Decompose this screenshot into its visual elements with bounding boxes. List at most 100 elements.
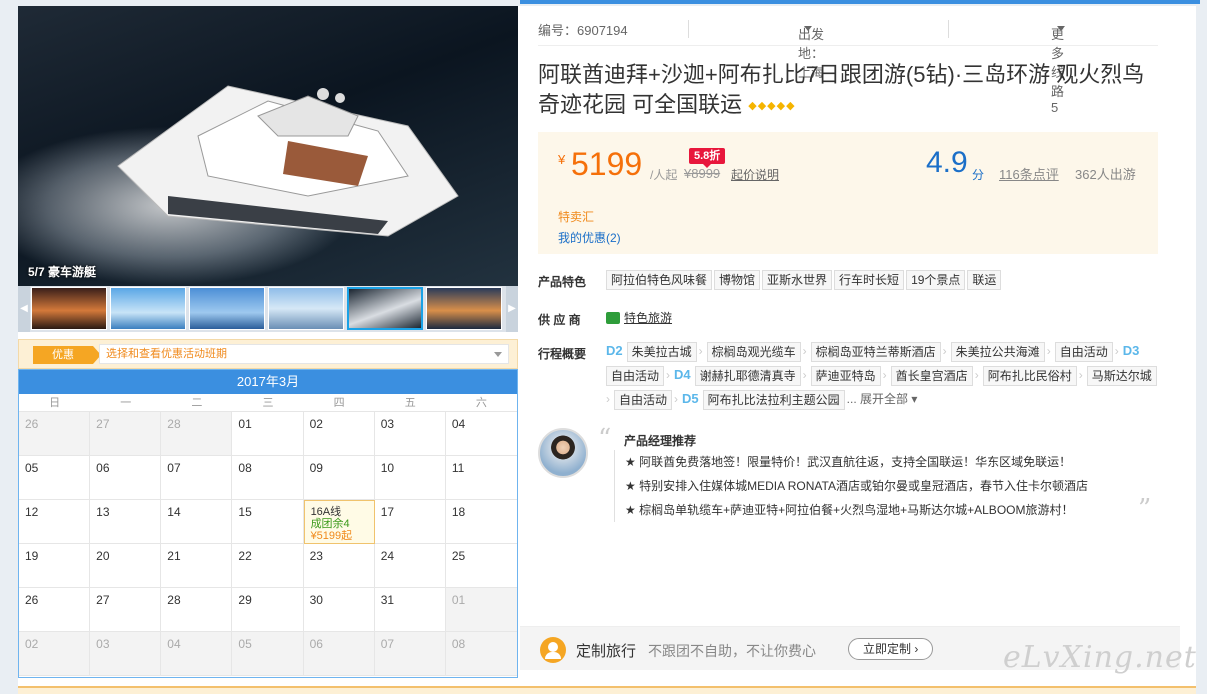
calendar-day: 17 xyxy=(374,500,446,544)
product-info: 编号：6907194 出发地：上海 更多线路5 阿联酋迪拜+沙迦+阿布扎比7日跟… xyxy=(538,6,1178,694)
calendar-day-number: 01 xyxy=(451,593,466,607)
my-coupon-link[interactable]: 我的优惠(2) xyxy=(558,229,621,246)
product-title: 阿联酋迪拜+沙迦+阿布扎比7日跟团游(5钻)·三岛环游 观火烈鸟 奇迹花园 可全… xyxy=(538,60,1158,121)
departure-select[interactable]: 出发地：上海 xyxy=(798,20,824,80)
calendar-day-number: 15 xyxy=(238,505,252,519)
calendar-grid: 26 27 28 01 02 03 04 05 06 07 08 09 10 11 12 13 14 15 16A线… xyxy=(19,412,517,676)
thumb-prev-arrow-icon[interactable]: ◀ xyxy=(18,286,30,332)
price-note-link[interactable]: 起价说明 xyxy=(731,166,779,183)
calendar-day: 10 xyxy=(374,456,446,500)
reviews-link[interactable]: 116条点评 xyxy=(999,164,1059,183)
promo-select[interactable]: 选择和查看优惠活动班期 xyxy=(99,344,509,364)
calendar-day-number: 05 xyxy=(238,637,252,651)
flash-sale-link[interactable]: 特卖汇 xyxy=(558,208,594,225)
chevron-right-icon: › xyxy=(1114,344,1119,358)
chevron-right-icon: › xyxy=(802,344,807,358)
calendar-day: 14 xyxy=(161,500,233,544)
thumbnail-burj-al-arab[interactable] xyxy=(110,287,186,330)
calendar-day: 07 xyxy=(374,632,446,676)
customize-button[interactable]: 立即定制 › xyxy=(848,638,934,660)
thumbnail-coast-city[interactable] xyxy=(268,287,344,330)
custom-travel-title: 定制旅行 xyxy=(576,643,637,660)
calendar-day: 27 xyxy=(90,588,162,632)
itinerary-tag[interactable]: 萨迪亚特岛 xyxy=(810,366,881,386)
itinerary-tag[interactable]: 阿布扎比法拉利主题公园 xyxy=(702,390,845,410)
watermark: eLvXing.net xyxy=(1003,640,1197,675)
itinerary-tag[interactable]: 谢赫扎耶德清真寺 xyxy=(694,366,801,386)
close-quote-icon: ” xyxy=(1138,494,1152,524)
thumbnail-yacht[interactable] xyxy=(347,287,423,330)
calendar-day-number: 07 xyxy=(167,461,181,475)
calendar-day-status: 成团余4 xyxy=(310,518,350,530)
calendar-day-number: 28 xyxy=(167,593,181,607)
feature-tag[interactable]: 联运 xyxy=(967,270,1002,290)
manager-lines: ★ 阿联酋免费落地签！限量特价！武汉直航往返，支持全国联运！华东区域免联运！ ★ … xyxy=(614,450,1144,522)
itinerary-day-label: D4 xyxy=(674,367,691,382)
calendar-day: 12 xyxy=(19,500,91,544)
itinerary-tag[interactable]: 朱美拉公共海滩 xyxy=(950,342,1045,362)
calendar-day: 02 xyxy=(303,412,375,456)
itinerary-tag[interactable]: 自由活动 xyxy=(1054,342,1113,362)
itinerary-tag[interactable]: 马斯达尔城 xyxy=(1086,366,1157,386)
calendar-day: 06 xyxy=(303,632,375,676)
itinerary-tag[interactable]: 朱美拉古城 xyxy=(626,342,697,362)
review-score: 4.9 xyxy=(926,146,968,179)
manager-title: 产品经理推荐 xyxy=(624,434,697,448)
calendar-day: 05 xyxy=(19,456,91,500)
price-amount: 5199 xyxy=(571,146,643,182)
itinerary-tag[interactable]: 阿布扎比民俗村 xyxy=(982,366,1077,386)
calendar-day-number: 14 xyxy=(167,505,181,519)
bottom-strip xyxy=(18,686,1196,694)
calendar-day-number: 04 xyxy=(167,637,181,651)
weekday-label: 一 xyxy=(120,397,132,409)
calendar-day: 05 xyxy=(232,632,304,676)
thumb-next-arrow-icon[interactable]: ▶ xyxy=(506,286,518,332)
feature-tag[interactable]: 行车时长短 xyxy=(834,270,905,290)
promo-bar: 优惠 选择和查看优惠活动班期 xyxy=(18,339,518,369)
feature-tag[interactable]: 博物馆 xyxy=(714,270,761,290)
chevron-right-icon: › xyxy=(1046,344,1051,358)
calendar-day-number: 06 xyxy=(96,461,110,475)
calendar-day-number: 27 xyxy=(96,417,110,431)
chevron-right-icon: › xyxy=(802,368,807,382)
meta-bar: 编号：6907194 出发地：上海 更多线路5 xyxy=(538,16,1158,115)
feature-tag[interactable]: 19个景点 xyxy=(906,270,966,290)
calendar-day-number: 04 xyxy=(451,417,466,431)
itinerary-tag[interactable]: 自由活动 xyxy=(614,390,673,410)
calendar-day: 18 xyxy=(445,500,517,544)
custom-travel-desc: 不跟团不自助，不让你费心 xyxy=(648,643,816,659)
product-title-text: 阿联酋迪拜+沙迦+阿布扎比7日跟团游(5钻)·三岛环游 观火烈鸟 奇迹花园 可全… xyxy=(538,62,1145,117)
discount-badge: 5.8折 xyxy=(689,148,726,168)
calendar-day-number: 09 xyxy=(309,461,323,475)
calendar-day-number: 30 xyxy=(309,593,323,607)
feature-tag[interactable]: 阿拉伯特色风味餐 xyxy=(606,270,713,290)
calendar-day: 22 xyxy=(232,544,304,588)
feature-tag[interactable]: 亚斯水世界 xyxy=(762,270,833,290)
expand-all-link[interactable]: ... 展开全部 ▾ xyxy=(847,390,918,408)
itinerary-tag[interactable]: 酋长皇宫酒店 xyxy=(890,366,973,386)
itinerary-tag[interactable]: 自由活动 xyxy=(606,366,665,386)
calendar-day-number: 24 xyxy=(380,549,395,563)
chevron-right-icon: › xyxy=(974,368,979,382)
weekday-label: 四 xyxy=(333,397,345,409)
calendar-month: 2017年3月 xyxy=(19,370,517,394)
calendar-day: 08 xyxy=(232,456,304,500)
price-box: ¥ 5199 /人起 5.8折 ¥8999 起价说明 4.9 分 116条点评 … xyxy=(538,132,1158,254)
more-routes-select[interactable]: 更多线路5 xyxy=(1051,20,1065,115)
itinerary-tag[interactable]: 棕榈岛亚特兰蒂斯酒店 xyxy=(810,342,941,362)
supplier-link[interactable]: 特色旅游 xyxy=(624,311,672,325)
calendar-day-available[interactable]: 16A线 成团余4 ¥5199起 xyxy=(303,500,375,544)
hero-image[interactable]: 5/7 豪车游艇 xyxy=(18,6,518,286)
calendar-day-number: 01 xyxy=(238,417,252,431)
calendar-day-number: 26 xyxy=(25,417,39,431)
traveler-count: 362人出游 xyxy=(1075,167,1136,182)
itinerary-day-label: D5 xyxy=(682,391,699,406)
thumbnail-tower[interactable] xyxy=(189,287,265,330)
itinerary-tag[interactable]: 棕榈岛观光缆车 xyxy=(706,342,801,362)
calendar-day-number: 23 xyxy=(309,549,323,563)
calendar-day: 23 xyxy=(303,544,375,588)
thumbnail-city-night[interactable] xyxy=(426,287,502,330)
calendar-day: 26 xyxy=(19,588,91,632)
thumbnail-night-street[interactable] xyxy=(31,287,107,330)
calendar-day: 24 xyxy=(374,544,446,588)
